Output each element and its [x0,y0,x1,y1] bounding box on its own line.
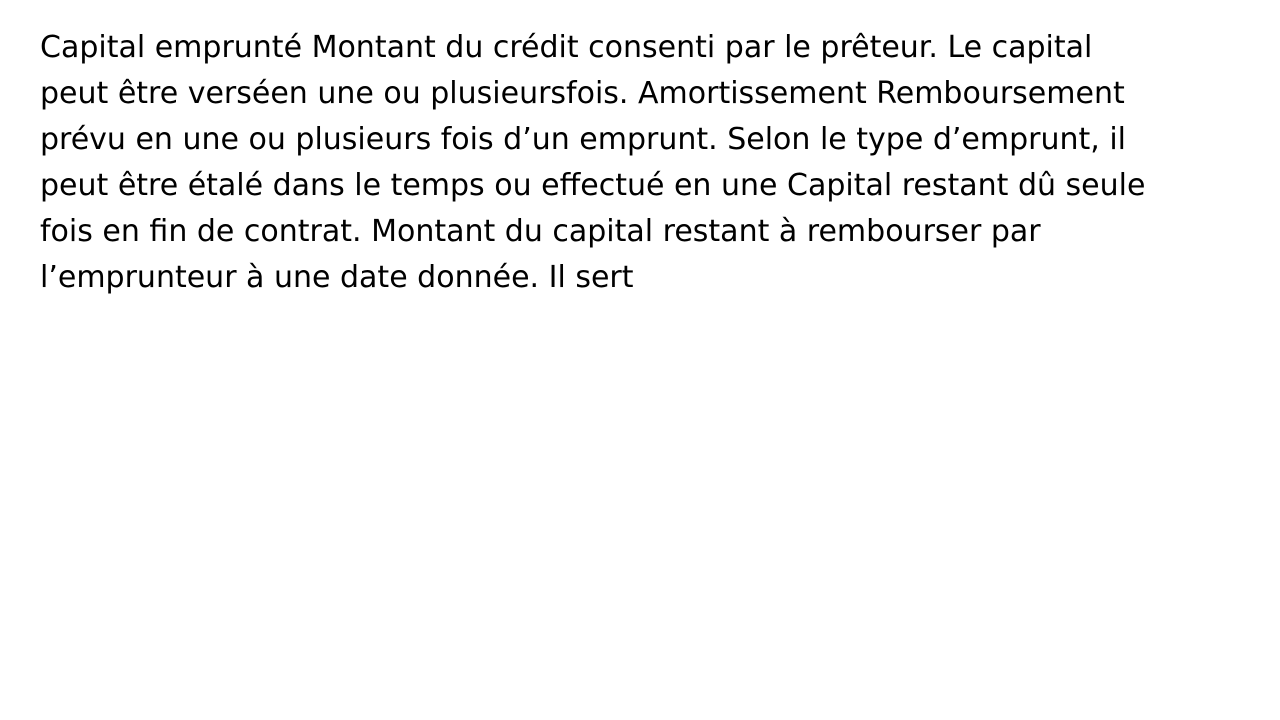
text-line: l’emprunteur à une date donnée. Il sert [40,260,634,295]
text-line: prévu en une ou plusieurs fois d’un empr… [40,122,1127,157]
text-line: Capital emprunté Montant du crédit conse… [40,30,1093,65]
text-line: peut être étalé dans le temps ou effectu… [40,168,1146,203]
body-text: Capital emprunté Montant du crédit conse… [40,25,1220,301]
text-line: peut être verséen une ou plusieursfois. … [40,76,1125,111]
slide: Capital emprunté Montant du crédit conse… [0,0,1280,720]
text-line: fois en fin de contrat. Montant du capit… [40,214,1041,249]
